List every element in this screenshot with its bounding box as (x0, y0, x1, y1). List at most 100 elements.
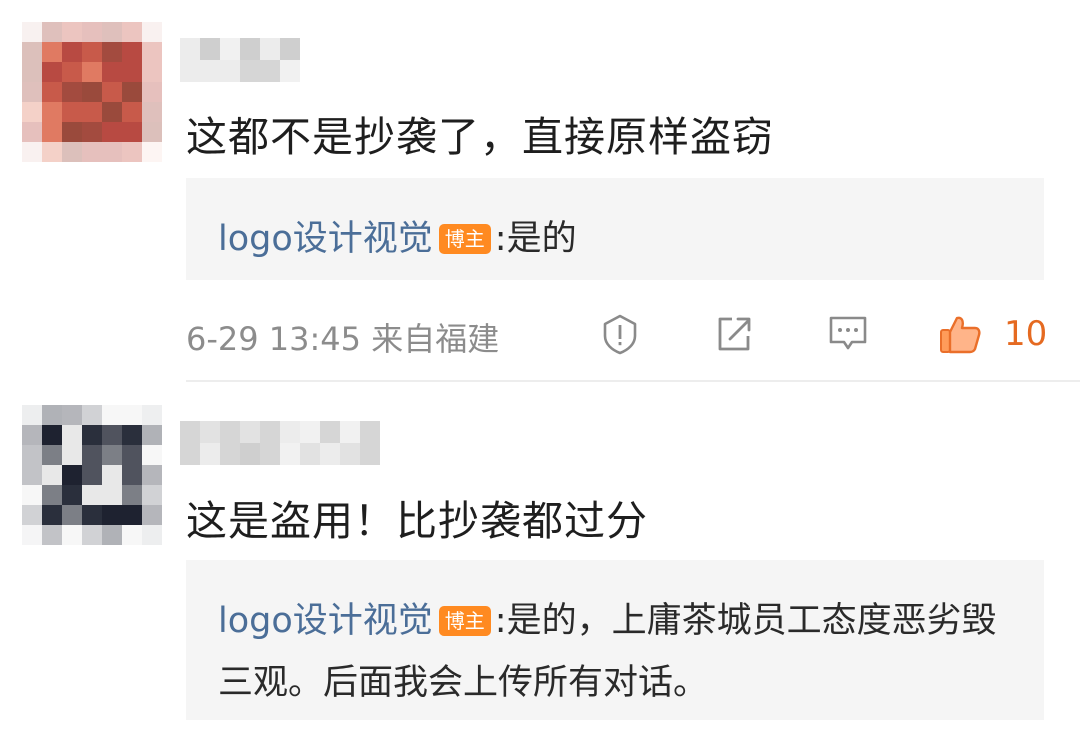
reply-text: 是的 (506, 219, 577, 259)
mosaic-cell (62, 122, 82, 142)
mosaic-cell (102, 405, 122, 425)
report-icon[interactable] (598, 312, 642, 356)
comment-item: 这都不是抄袭了，直接原样盗窃 logo设计视觉 博主:是的 6-29 13:45 … (0, 0, 1080, 382)
mosaic-cell (180, 443, 200, 465)
mosaic-cell (62, 42, 82, 62)
mosaic-cell (82, 102, 102, 122)
mosaic-cell (42, 405, 62, 425)
author-reply-box[interactable]: logo设计视觉 博主:是的，上庸茶城员工态度恶劣毁三观。后面我会上传所有对话。 (186, 560, 1044, 720)
avatar[interactable] (22, 405, 162, 545)
mosaic-cell (102, 42, 122, 62)
reply-content: logo设计视觉 博主:是的 (218, 208, 1024, 270)
mosaic-cell (240, 443, 260, 465)
mosaic-cell (122, 102, 142, 122)
mosaic-cell (62, 485, 82, 505)
comment-meta-row: 6-29 13:45 来自福建 10 (186, 308, 1047, 360)
mosaic-cell (42, 505, 62, 525)
mosaic-cell (42, 122, 62, 142)
mosaic-cell (42, 42, 62, 62)
mosaic-cell (82, 485, 102, 505)
author-badge: 博主 (438, 606, 491, 636)
mosaic-cell (22, 425, 42, 445)
mosaic-cell (102, 505, 122, 525)
mosaic-cell (42, 425, 62, 445)
mosaic-cell (122, 485, 142, 505)
mosaic-cell (122, 62, 142, 82)
mosaic-cell (200, 60, 220, 82)
reply-author-link[interactable]: logo设计视觉 (218, 219, 433, 259)
reply-content: logo设计视觉 博主:是的，上庸茶城员工态度恶劣毁三观。后面我会上传所有对话。 (218, 590, 1024, 714)
share-icon[interactable] (712, 312, 756, 356)
mosaic-cell (82, 62, 102, 82)
author-badge: 博主 (438, 224, 491, 254)
author-reply-box[interactable]: logo设计视觉 博主:是的 (186, 178, 1044, 280)
mosaic-cell (22, 82, 42, 102)
mosaic-cell (260, 421, 280, 443)
avatar[interactable] (22, 22, 162, 162)
mosaic-cell (42, 465, 62, 485)
mosaic-cell (42, 485, 62, 505)
mosaic-cell (260, 38, 280, 60)
mosaic-cell (62, 62, 82, 82)
mosaic-cell (360, 421, 380, 443)
mosaic-cell (62, 465, 82, 485)
mosaic-cell (62, 525, 82, 545)
mosaic-cell (62, 142, 82, 162)
mosaic-cell (220, 60, 240, 82)
mosaic-cell (22, 62, 42, 82)
mosaic-cell (122, 445, 142, 465)
mosaic-cell (102, 142, 122, 162)
mosaic-cell (122, 82, 142, 102)
mosaic-cell (102, 425, 122, 445)
reply-icon[interactable] (826, 312, 870, 356)
mosaic-cell (142, 42, 162, 62)
mosaic-cell (142, 142, 162, 162)
mosaic-cell (240, 421, 260, 443)
mosaic-cell (62, 82, 82, 102)
mosaic-cell (42, 62, 62, 82)
mosaic-cell (180, 421, 200, 443)
mosaic-cell (82, 122, 102, 142)
mosaic-cell (62, 445, 82, 465)
reply-author-link[interactable]: logo设计视觉 (218, 601, 433, 641)
divider (186, 380, 1080, 382)
mosaic-cell (142, 425, 162, 445)
mosaic-cell (102, 485, 122, 505)
mosaic-cell (102, 22, 122, 42)
mosaic-cell (22, 142, 42, 162)
mosaic-cell (122, 525, 142, 545)
mosaic-cell (122, 505, 142, 525)
mosaic-cell (102, 102, 122, 122)
timestamp-location: 6-29 13:45 来自福建 (186, 320, 500, 358)
mosaic-cell (360, 443, 380, 465)
mosaic-cell (62, 505, 82, 525)
mosaic-cell (300, 443, 320, 465)
mosaic-cell (240, 60, 260, 82)
mosaic-cell (280, 443, 300, 465)
mosaic-cell (280, 421, 300, 443)
mosaic-cell (220, 38, 240, 60)
mosaic-cell (22, 505, 42, 525)
mosaic-cell (22, 122, 42, 142)
mosaic-cell (42, 445, 62, 465)
like-icon[interactable] (938, 312, 982, 356)
reply-separator: : (494, 601, 507, 641)
mosaic-cell (42, 525, 62, 545)
mosaic-cell (320, 443, 340, 465)
mosaic-cell (82, 42, 102, 62)
mosaic-cell (22, 525, 42, 545)
mosaic-cell (42, 22, 62, 42)
mosaic-cell (142, 405, 162, 425)
mosaic-cell (22, 22, 42, 42)
mosaic-cell (240, 38, 260, 60)
mosaic-cell (260, 443, 280, 465)
mosaic-cell (142, 525, 162, 545)
username-blurred[interactable] (180, 421, 380, 465)
reply-separator: : (494, 219, 507, 259)
username-blurred[interactable] (180, 38, 300, 82)
mosaic-cell (142, 22, 162, 42)
mosaic-cell (82, 22, 102, 42)
mosaic-cell (42, 82, 62, 102)
mosaic-cell (102, 525, 122, 545)
mosaic-cell (122, 425, 142, 445)
